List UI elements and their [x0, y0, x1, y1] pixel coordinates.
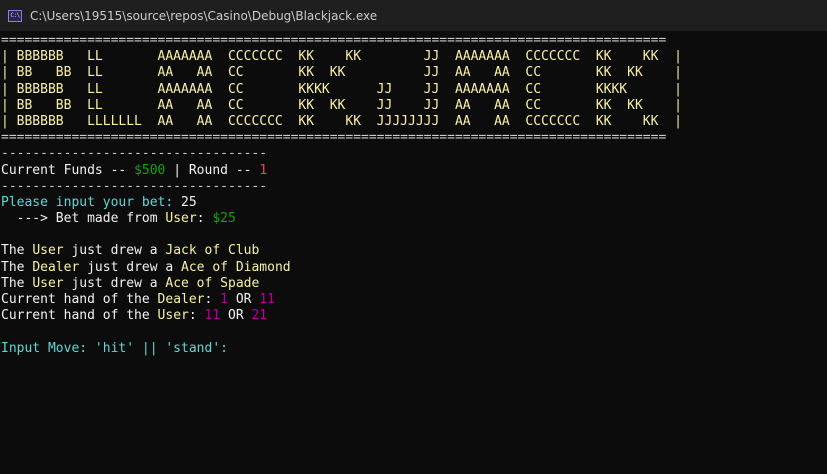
status-separator: | [165, 162, 189, 178]
draw-prefix: The [1, 259, 33, 275]
hand-colon: : [204, 292, 221, 307]
bet-confirmation-line: ---> Bet made from User: $25 [1, 211, 827, 227]
hand-line-dealer: Current hand of the Dealer: 1 OR 11 [1, 292, 827, 308]
round-value: 1 [259, 162, 268, 178]
status-line: Current Funds -- $500 | Round -- 1 [1, 163, 827, 179]
draw-prefix: The [1, 243, 33, 259]
hand-high-value: 11 [259, 292, 275, 307]
round-label: Round -- [188, 162, 260, 178]
funds-value: $500 [134, 162, 166, 178]
draw-card: Ace of Diamond [181, 259, 291, 275]
title-bar: C:\ C:\Users\19515\source\repos\Casino\D… [0, 0, 827, 31]
draw-player: User [32, 275, 64, 291]
draw-mid: just drew a [79, 259, 182, 275]
draw-line: The Dealer just drew a Ace of Diamond [1, 260, 827, 276]
bet-made-user: User [165, 211, 197, 227]
hand-prefix: Current hand of the [1, 308, 158, 324]
draw-line: The User just drew a Jack of Club [1, 243, 827, 259]
hand-or: OR [228, 292, 260, 307]
banner-row: | BBBBBB LLLLLLL AA AA CCCCCCC KK KK JJJ… [1, 113, 682, 129]
console-output[interactable]: ========================================… [1, 33, 827, 474]
bet-prompt: Please input your bet: [1, 194, 182, 210]
banner-row: | BB BB LL AA AA CC KK KK JJ AA AA CC KK… [1, 65, 682, 81]
console-app-icon: C:\ [8, 9, 22, 22]
hand-line-user: Current hand of the User: 11 OR 21 [1, 308, 827, 324]
draw-card: Jack of Club [165, 243, 260, 259]
banner-row: | BBBBBB LL AAAAAAA CCCCCCC KK KK JJ AAA… [1, 49, 682, 65]
hand-low-value: 1 [220, 292, 228, 307]
bet-made-colon: : [196, 211, 213, 227]
draw-player: Dealer [32, 259, 80, 275]
draw-prefix: The [1, 275, 33, 291]
banner-row: | BB BB LL AA AA CC KK KK JJ JJ AA AA CC… [1, 97, 682, 113]
hand-prefix: Current hand of the [1, 292, 158, 307]
status-divider-top: ---------------------------------- [1, 146, 268, 162]
funds-label: Current Funds -- [1, 162, 135, 178]
draw-line: The User just drew a Ace of Spade [1, 276, 827, 292]
hand-high-value: 21 [251, 308, 268, 324]
draw-player: User [32, 243, 64, 259]
draw-mid: just drew a [63, 243, 166, 259]
draw-mid: just drew a [63, 275, 166, 291]
bet-prompt-line: Please input your bet: 25 [1, 195, 827, 211]
hand-owner: Dealer [157, 292, 205, 307]
banner-border-top: ========================================… [1, 33, 667, 48]
draw-card: Ace of Spade [165, 275, 260, 291]
hand-low-value: 11 [204, 308, 221, 324]
hand-or: OR [220, 308, 252, 324]
window-title: C:\Users\19515\source\repos\Casino\Debug… [30, 8, 378, 23]
banner-row: | BBBBBB LL AAAAAAA CC KKKK JJ JJ AAAAAA… [1, 81, 682, 97]
move-prompt[interactable]: Input Move: 'hit' || 'stand': [1, 341, 827, 357]
bet-input[interactable]: 25 [181, 195, 197, 210]
status-divider-bottom: ---------------------------------- [1, 178, 268, 194]
bet-made-prefix: ---> Bet made from [1, 211, 166, 227]
bet-amount: $25 [212, 211, 236, 227]
hand-owner: User [157, 308, 189, 324]
hand-colon: : [188, 308, 205, 324]
banner-border-bottom: ========================================… [1, 130, 667, 146]
